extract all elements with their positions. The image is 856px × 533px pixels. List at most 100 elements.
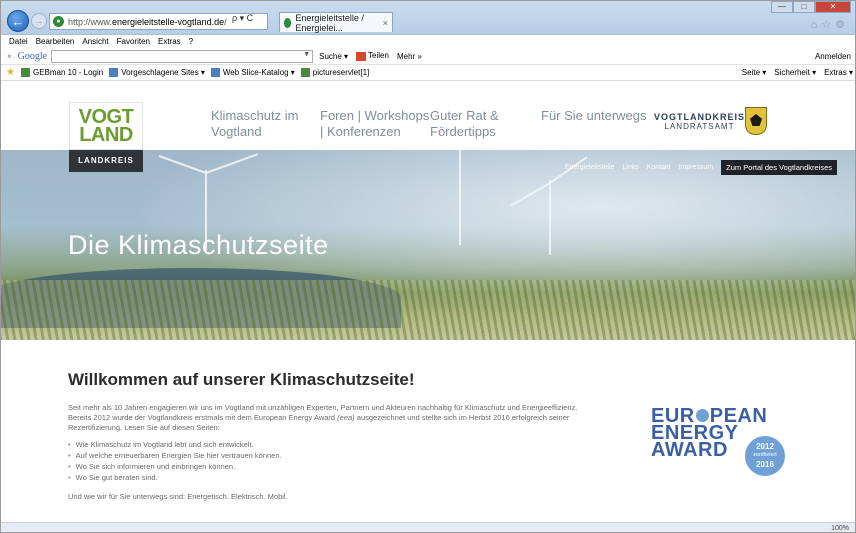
share-icon [356, 51, 367, 61]
subnav-impressum[interactable]: Impressum [678, 164, 713, 171]
favorite-item[interactable]: Web Slice-Katalog ▾ [210, 68, 295, 77]
logo-line2: LAND [79, 124, 133, 146]
window-controls: — □ ✕ [771, 1, 851, 13]
favorite-item[interactable]: pictureservlet[1] [300, 68, 370, 77]
main-content: Willkommen auf unserer Klimaschutzseite!… [1, 340, 855, 524]
google-toolbar: × Google ▼ Suche ▾ Teilen Mehr » Anmelde… [1, 48, 855, 65]
nav-guter-rat[interactable]: Guter Rat & Fördertipps [430, 108, 499, 140]
badge-year: 2012 [756, 442, 774, 451]
share-button[interactable]: Teilen [356, 51, 389, 61]
vogtland-logo[interactable]: VOGT LAND LANDKREIS [69, 102, 143, 172]
chevron-down-icon[interactable]: ▼ [303, 51, 310, 58]
forward-button[interactable]: → [31, 13, 47, 29]
nav-foren[interactable]: Foren | Workshops | Konferenzen [320, 108, 429, 140]
list-item: Auf welche erneuerbaren Energien Sie hie… [68, 450, 282, 461]
coat-of-arms-icon [745, 107, 767, 135]
favorites-star-icon[interactable]: ★ [6, 67, 15, 78]
intro-text: Seit mehr als 10 Jahren engagieren wir u… [68, 403, 648, 433]
nav-label: Für Sie unterwegs [541, 108, 647, 123]
favorite-label: pictureservlet[1] [312, 68, 370, 77]
url-domain: energieleitstelle-vogtland.de [112, 16, 225, 27]
intro-line: Bereits 2012 wurde der Vogtlandkreis ers… [68, 413, 570, 422]
toolbar-close-icon[interactable]: × [7, 52, 12, 61]
favorites-bar: ★ GEBman 10 - Login Vorgeschlagene Sites… [1, 65, 855, 81]
list-item: Wo Sie sich informieren und einbringen k… [68, 461, 282, 472]
title-bar: ← → ● http://www. energieleitstelle-vogtl… [1, 1, 855, 35]
more-button[interactable]: Mehr » [397, 52, 422, 61]
badge-text: zertifiziert [753, 452, 777, 458]
favorite-item[interactable]: GEBman 10 - Login [20, 68, 104, 77]
google-logo: Google [17, 50, 48, 62]
menu-bar: Datei Bearbeiten Ansicht Favoriten Extra… [1, 35, 855, 48]
subnav-energieleitstelle[interactable]: Energieleitstelle [565, 164, 614, 171]
nav-label: Vogtland [211, 124, 262, 139]
favorite-label: Web Slice-Katalog ▾ [222, 68, 295, 77]
favorite-label: Vorgeschlagene Sites ▾ [121, 68, 205, 77]
globe-icon [695, 408, 709, 422]
home-favorites-settings-icons[interactable]: ⌂☆⚙ [811, 18, 849, 31]
nav-label: Guter Rat & [430, 108, 499, 123]
landratsamt-logo[interactable]: VOGTLANDKREIS LANDRATSAMT [654, 112, 745, 131]
minimize-button[interactable]: — [771, 1, 793, 13]
tab-active[interactable]: Energieleitstelle / Energielei... × [279, 12, 393, 33]
favorite-icon [20, 68, 30, 77]
web-page: Klimaschutz im Vogtland Foren | Workshop… [1, 82, 855, 524]
search-button[interactable]: Suche ▾ [319, 52, 348, 61]
address-tools[interactable]: ρ ▾ C [232, 13, 253, 24]
menu-edit[interactable]: Bearbeiten [36, 37, 75, 46]
authority-sub: LANDRATSAMT [664, 122, 735, 131]
favorite-item[interactable]: Vorgeschlagene Sites ▾ [109, 68, 205, 77]
hero-banner: Die Klimaschutzseite Energieleitstelle L… [1, 150, 855, 340]
command-safety[interactable]: Sicherheit ▾ [774, 68, 816, 77]
menu-favorites[interactable]: Favoriten [117, 37, 150, 46]
subnav-kontakt[interactable]: Kontakt [647, 164, 671, 171]
menu-file[interactable]: Datei [9, 37, 28, 46]
logo-sub: LANDKREIS [69, 150, 143, 172]
back-button[interactable]: ← [7, 10, 29, 32]
nav-unterwegs[interactable]: Für Sie unterwegs [541, 108, 647, 124]
menu-tools[interactable]: Extras [158, 37, 181, 46]
european-energy-award-logo: EUR PEAN ENERGY AWARD 2012 zertifiziert 2… [651, 406, 791, 478]
share-label: Teilen [368, 51, 389, 61]
site-icon: ● [53, 16, 64, 27]
closing-text: Und wie wir für Sie unterwegs sind: Ener… [68, 492, 288, 501]
browser-window: ← → ● http://www. energieleitstelle-vogtl… [0, 0, 856, 533]
hero-grass [1, 280, 855, 340]
zoom-level[interactable]: 100% [831, 523, 849, 532]
certification-badge: 2012 zertifiziert 2016 [745, 436, 785, 476]
menu-view[interactable]: Ansicht [82, 37, 108, 46]
nav-klimaschutz[interactable]: Klimaschutz im Vogtland [211, 108, 298, 140]
list-item: Wie Klimaschutz im Vogtland lebt und sic… [68, 439, 282, 450]
badge-year: 2016 [756, 460, 774, 469]
hero-title: Die Klimaschutzseite [68, 230, 329, 260]
close-window-button[interactable]: ✕ [815, 1, 851, 13]
authority-name: VOGTLANDKREIS [654, 112, 746, 122]
command-tools[interactable]: Extras ▾ [824, 68, 853, 77]
command-page[interactable]: Seite ▾ [742, 68, 766, 77]
wind-turbine [549, 180, 551, 255]
tab-close-icon[interactable]: × [383, 18, 388, 28]
url-suffix: / [224, 16, 227, 27]
subnav-links[interactable]: Links [622, 164, 638, 171]
tab-title: Energieleitstelle / Energielei... [295, 12, 364, 33]
nav-label: Klimaschutz im [211, 108, 299, 123]
maximize-button[interactable]: □ [793, 1, 815, 13]
nav-label: Foren | Workshops [320, 108, 430, 123]
nav-label: | Konferenzen [320, 124, 401, 139]
sign-in-link[interactable]: Anmelden [815, 52, 851, 61]
status-bar: 100% [1, 522, 855, 532]
favorite-icon [210, 68, 220, 77]
favorite-label: GEBman 10 - Login [32, 68, 104, 77]
favorite-icon [109, 68, 119, 77]
favorite-icon [300, 68, 310, 77]
nav-label: Fördertipps [430, 124, 496, 139]
wind-turbine [459, 150, 461, 245]
page-title: Willkommen auf unserer Klimaschutzseite! [68, 370, 415, 389]
command-bar: Seite ▾ Sicherheit ▾ Extras ▾ [742, 68, 853, 77]
intro-line: Seit mehr als 10 Jahren engagieren wir u… [68, 403, 578, 412]
menu-help[interactable]: ? [189, 37, 193, 46]
intro-line: Rezertifizierung. Lesen Sie auf diesen S… [68, 423, 220, 432]
portal-button[interactable]: Zum Portal des Vogtlandkreises [721, 160, 837, 175]
google-search-input[interactable]: ▼ [51, 49, 314, 63]
topic-list: Wie Klimaschutz im Vogtland lebt und sic… [68, 439, 282, 483]
